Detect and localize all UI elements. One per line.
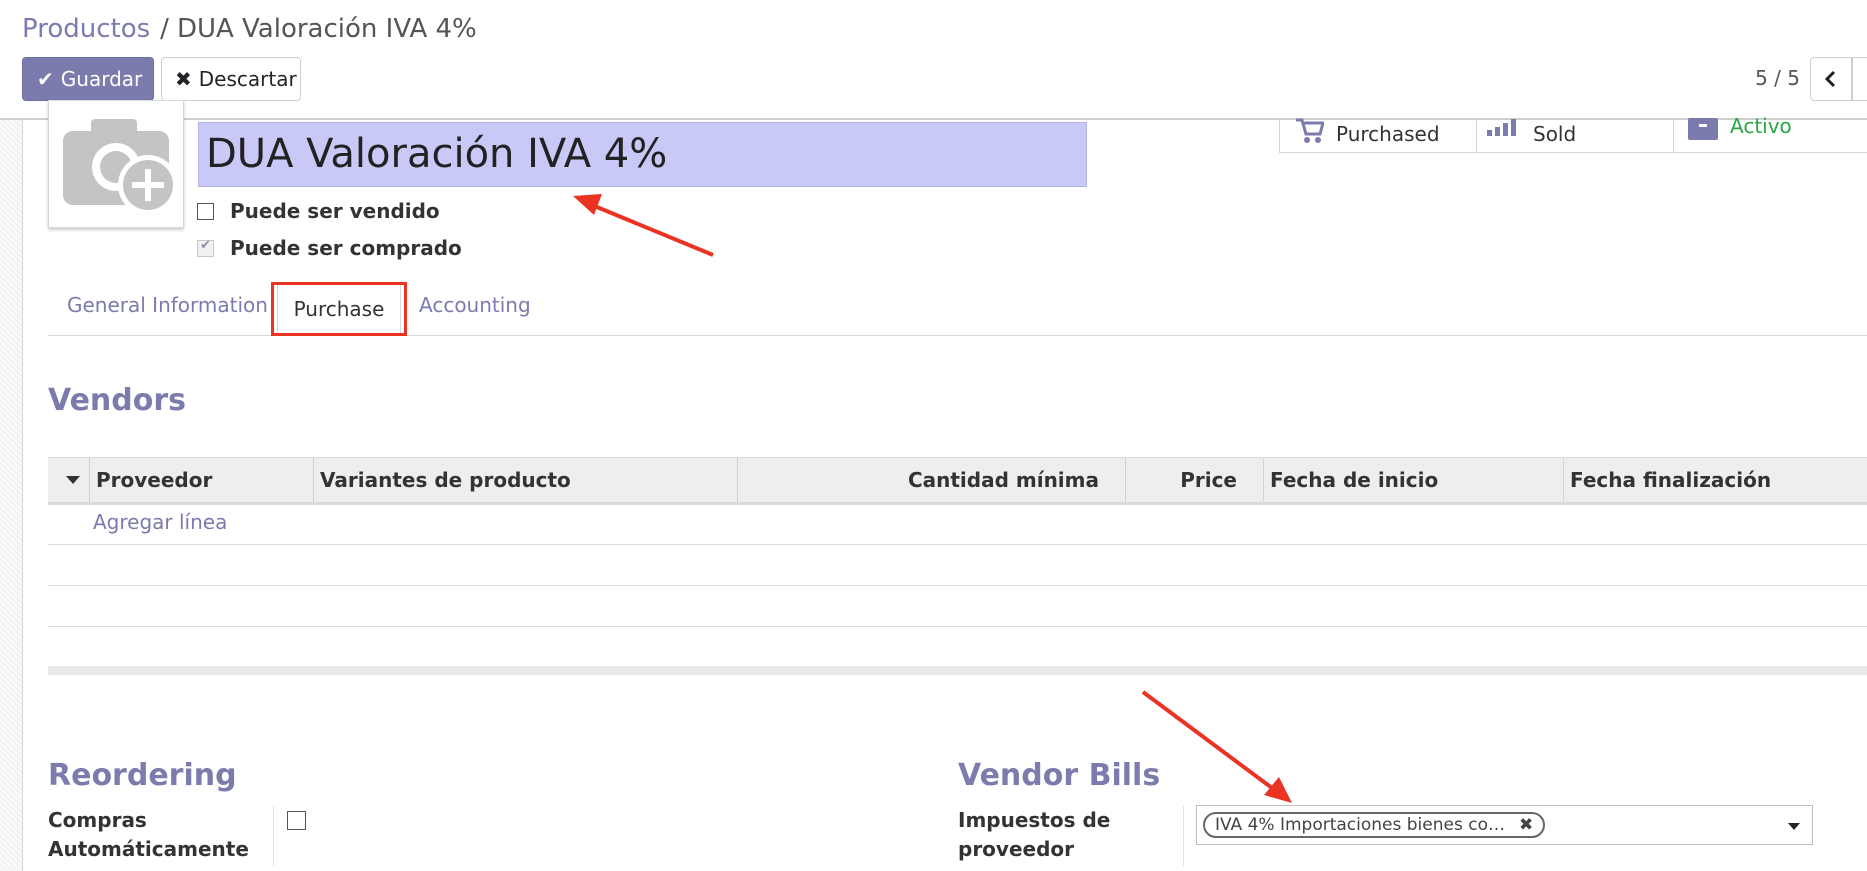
can-be-sold-checkbox[interactable] <box>197 203 214 220</box>
breadcrumb-separator: / <box>160 14 169 44</box>
table-row <box>48 585 1867 586</box>
stat-buttons: Purchased Sold Activo <box>1279 114 1867 153</box>
auto-purchase-checkbox[interactable] <box>287 811 306 830</box>
product-name-input[interactable]: DUA Valoración IVA 4% <box>198 122 1087 187</box>
table-row <box>48 626 1867 627</box>
breadcrumb-current: DUA Valoración IVA 4% <box>176 14 477 44</box>
chevron-left-icon <box>1824 70 1836 88</box>
vendors-table-footer <box>48 666 1867 675</box>
vendor-bills-title: Vendor Bills <box>958 758 1161 793</box>
vendor-taxes-label-line-1: Impuestos de <box>958 808 1111 832</box>
field-separator <box>273 806 274 866</box>
auto-purchase-label: Compras Automáticamente <box>48 806 249 864</box>
column-header-cantidad-minima[interactable]: Cantidad mínima <box>737 458 1125 502</box>
vendor-taxes-field[interactable]: IVA 4% Importaciones bienes co… ✖ <box>1196 805 1813 845</box>
breadcrumb-productos-link[interactable]: Productos <box>22 14 150 44</box>
vendor-taxes-label-line-2: proveedor <box>958 837 1075 861</box>
can-be-purchased-checkbox[interactable] <box>197 238 214 257</box>
tax-tag-label: IVA 4% Importaciones bienes co… <box>1215 815 1505 835</box>
sold-label: Sold <box>1533 122 1577 146</box>
vendors-table-header: Proveedor Variantes de producto Cantidad… <box>48 457 1867 505</box>
field-separator <box>1183 806 1184 866</box>
purchased-stat-button[interactable]: Purchased <box>1280 118 1477 152</box>
column-header-fecha-finalizacion[interactable]: Fecha finalización <box>1563 458 1867 502</box>
auto-purchase-label-line-2: Automáticamente <box>48 837 249 861</box>
chevron-down-icon[interactable] <box>1788 823 1800 830</box>
sold-stat-button[interactable]: Sold <box>1477 118 1674 152</box>
active-toggle-button[interactable]: Activo <box>1674 114 1867 152</box>
tax-tag: IVA 4% Importaciones bienes co… ✖ <box>1203 812 1546 838</box>
camera-plus-icon <box>63 119 178 215</box>
signal-bars-icon <box>1487 119 1516 136</box>
product-image-upload[interactable] <box>48 100 184 228</box>
vendor-taxes-label: Impuestos de proveedor <box>958 806 1110 864</box>
pager-value[interactable]: 5 / 5 <box>1755 66 1800 90</box>
annotation-highlight-box <box>271 282 407 336</box>
can-be-purchased-label: Puede ser comprado <box>230 236 462 260</box>
cart-icon <box>1296 118 1324 143</box>
column-header-fecha-inicio[interactable]: Fecha de inicio <box>1263 458 1563 502</box>
can-be-sold-row: Puede ser vendido <box>197 199 440 225</box>
control-panel: Productos / DUA Valoración IVA 4% ✔ Guardar… <box>0 0 1867 120</box>
caret-down-icon <box>66 476 80 484</box>
column-header-variantes[interactable]: Variantes de producto <box>313 458 737 502</box>
save-button-label: Guardar <box>60 67 143 91</box>
discard-button-label: Descartar <box>198 67 297 91</box>
column-header-proveedor[interactable]: Proveedor <box>89 458 313 502</box>
auto-purchase-label-line-1: Compras <box>48 808 147 832</box>
column-header-price[interactable]: Price <box>1125 458 1263 502</box>
left-gutter <box>0 120 23 871</box>
add-line-link[interactable]: Agregar línea <box>93 510 227 534</box>
breadcrumb: Productos / DUA Valoración IVA 4% <box>22 12 477 46</box>
can-be-purchased-row: Puede ser comprado <box>197 236 462 262</box>
can-be-sold-label: Puede ser vendido <box>230 199 440 223</box>
vendors-title: Vendors <box>48 383 187 418</box>
tab-accounting[interactable]: Accounting <box>419 293 531 317</box>
save-button[interactable]: ✔ Guardar <box>22 57 154 101</box>
purchased-label: Purchased <box>1336 122 1440 146</box>
sort-toggle[interactable] <box>48 458 89 502</box>
remove-tag-icon[interactable]: ✖ <box>1519 815 1533 835</box>
close-icon: ✖ <box>175 67 192 91</box>
discard-button[interactable]: ✖ Descartar <box>161 57 301 101</box>
pager-next-button[interactable] <box>1852 57 1867 101</box>
tab-general-information[interactable]: General Information <box>67 293 268 317</box>
reordering-title: Reordering <box>48 758 237 793</box>
check-icon: ✔ <box>37 67 54 91</box>
pager-previous-button[interactable] <box>1810 57 1852 101</box>
active-label: Activo <box>1730 114 1792 138</box>
table-row <box>48 544 1867 545</box>
archive-icon <box>1688 118 1718 140</box>
